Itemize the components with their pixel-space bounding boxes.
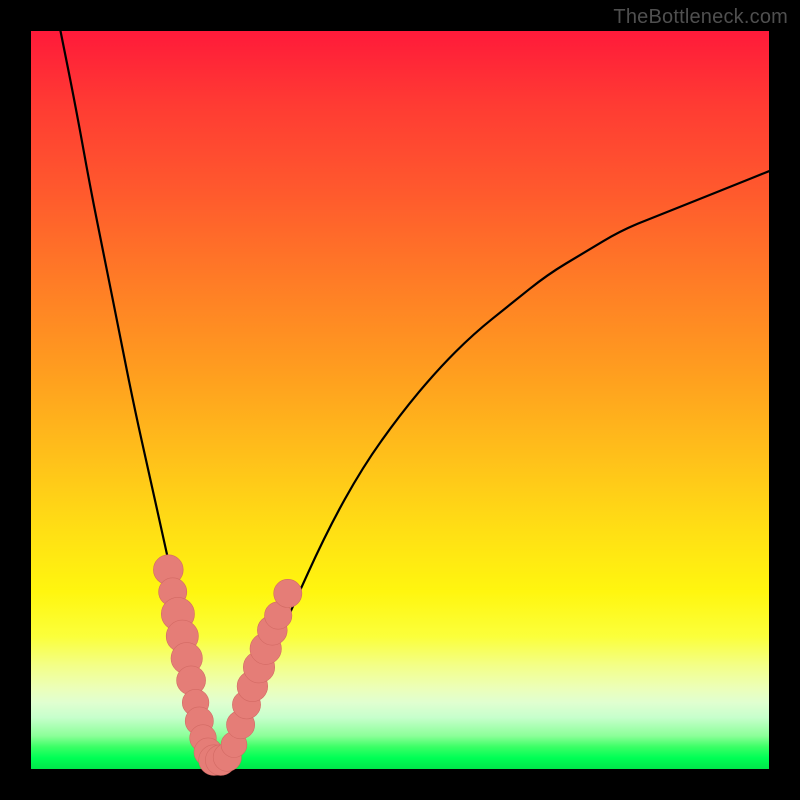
chart-svg [31,31,769,769]
plot-area [31,31,769,769]
bottleneck-curve [61,31,770,762]
outer-frame: TheBottleneck.com [0,0,800,800]
curve-marker [274,579,302,607]
curve-markers [153,555,302,776]
watermark-text: TheBottleneck.com [613,6,788,29]
